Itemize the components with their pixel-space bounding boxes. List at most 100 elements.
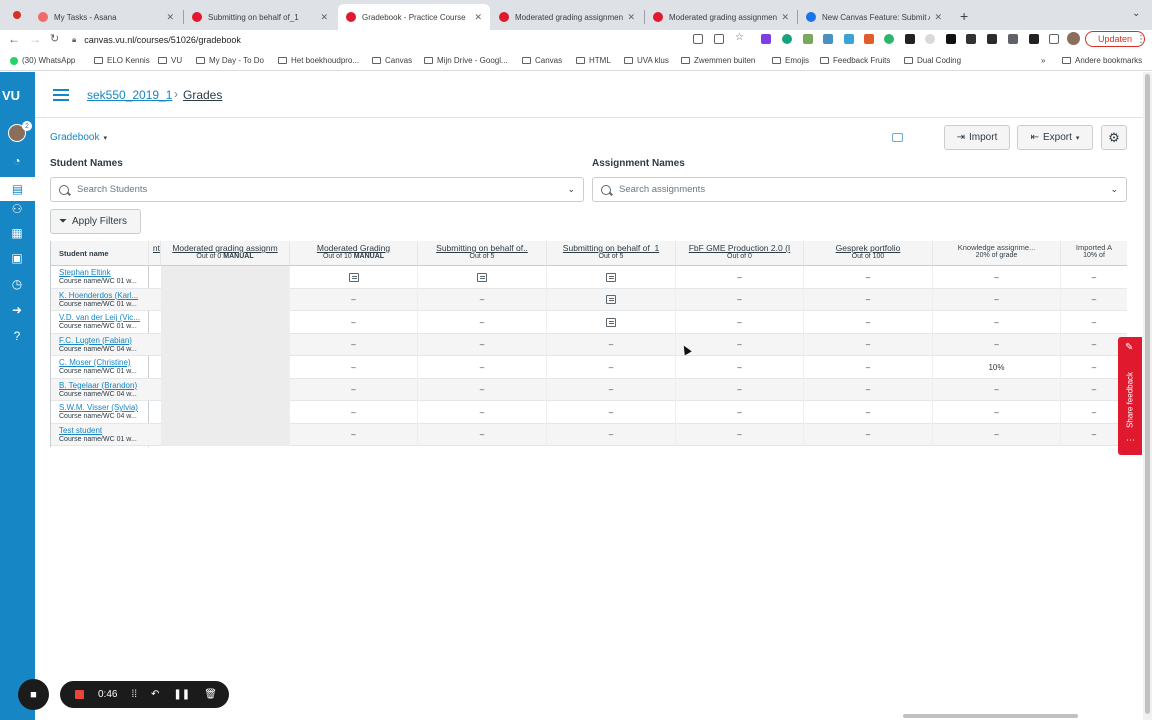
- bookmark-item[interactable]: ELO Kennis: [94, 56, 150, 65]
- assignment-column-header[interactable]: Moderated grading assignm Out of 0 MANUAL: [161, 241, 290, 266]
- browser-tab[interactable]: My Tasks - Asana ✕: [30, 4, 182, 30]
- student-name-link[interactable]: Stephan Eltink: [59, 268, 111, 277]
- side-panel-icon[interactable]: [1049, 34, 1059, 44]
- extension-icon[interactable]: [823, 34, 833, 44]
- extension-icon[interactable]: [905, 34, 915, 44]
- grade-cell[interactable]: [161, 356, 290, 379]
- grade-cell[interactable]: –: [804, 356, 933, 379]
- grade-cell[interactable]: –: [676, 311, 804, 334]
- grade-cell[interactable]: –: [290, 311, 418, 334]
- student-name-link[interactable]: Test student: [59, 426, 102, 435]
- grade-cell[interactable]: –: [418, 288, 547, 311]
- assignment-column-header[interactable]: FbF GME Production 2.0 (I Out of 0: [676, 241, 804, 266]
- grade-cell[interactable]: [418, 266, 547, 289]
- grade-cell[interactable]: –: [804, 423, 933, 446]
- grade-cell[interactable]: –: [1061, 311, 1127, 334]
- grade-cell[interactable]: –: [676, 266, 804, 289]
- calendar-icon[interactable]: ▦: [9, 225, 25, 241]
- grade-cell[interactable]: [161, 311, 290, 334]
- grade-cell[interactable]: –: [933, 423, 1061, 446]
- assignment-title[interactable]: Moderated Grading: [290, 243, 417, 253]
- assignment-title[interactable]: Imported A: [1061, 243, 1127, 252]
- grade-cell[interactable]: –: [804, 401, 933, 424]
- grade-cell[interactable]: –: [290, 288, 418, 311]
- assignment-column-header[interactable]: Knowledge assignme... 20% of grade: [933, 241, 1061, 266]
- vu-logo[interactable]: VU: [2, 88, 20, 103]
- grade-cell[interactable]: –: [933, 333, 1061, 356]
- export-button[interactable]: ⇤ Export ▾: [1017, 125, 1093, 150]
- stop-recording-button[interactable]: [75, 690, 84, 699]
- reload-button[interactable]: ↻: [50, 32, 59, 45]
- grade-cell[interactable]: –: [1061, 289, 1127, 312]
- camera-button[interactable]: ■: [18, 679, 49, 710]
- grade-cell[interactable]: –: [290, 401, 418, 424]
- bookmark-item[interactable]: Canvas: [522, 56, 562, 65]
- grade-cell[interactable]: –: [676, 288, 804, 311]
- assignment-column-header[interactable]: Gesprek portfolio Out of 100: [804, 241, 933, 266]
- close-tab-icon[interactable]: ✕: [166, 12, 174, 23]
- extension-icon[interactable]: [884, 34, 894, 44]
- extension-icon[interactable]: [966, 34, 976, 44]
- bookmark-item[interactable]: Zwemmen buiten: [681, 56, 755, 65]
- column-header-cut[interactable]: nt: [149, 241, 161, 266]
- grade-cell[interactable]: –: [418, 356, 547, 379]
- import-button[interactable]: ⇥ Import: [944, 125, 1010, 150]
- bookmark-item[interactable]: Feedback Fruits: [820, 56, 890, 65]
- extension-icon[interactable]: [987, 34, 997, 44]
- grade-cell[interactable]: –: [418, 333, 547, 356]
- puzzle-icon[interactable]: [1008, 34, 1018, 44]
- bookmark-item[interactable]: Mijn Drive - Googl...: [424, 56, 508, 65]
- close-tab-icon[interactable]: ✕: [934, 12, 942, 23]
- student-name-link[interactable]: S.W.M. Visser (Sylvia): [59, 403, 138, 412]
- grade-cell[interactable]: –: [547, 333, 676, 356]
- grade-cell[interactable]: –: [804, 266, 933, 289]
- chevron-down-icon[interactable]: ⌄: [567, 184, 575, 195]
- grade-cell[interactable]: [547, 311, 676, 334]
- assignment-title[interactable]: Submitting on behalf of_1: [547, 243, 675, 253]
- vertical-scrollbar[interactable]: [1143, 72, 1152, 720]
- bookmark-item[interactable]: Dual Coding: [904, 56, 961, 65]
- grade-cell[interactable]: –: [933, 311, 1061, 334]
- grade-cell[interactable]: –: [933, 378, 1061, 401]
- commons-icon[interactable]: ➜: [9, 302, 25, 318]
- browser-menu-icon[interactable]: ⋮: [1136, 34, 1146, 45]
- bookmark-item[interactable]: HTML: [576, 56, 611, 65]
- grade-cell[interactable]: –: [418, 423, 547, 446]
- settings-button[interactable]: ⚙: [1101, 125, 1127, 150]
- assignment-title[interactable]: Gesprek portfolio: [804, 243, 932, 253]
- grade-cell[interactable]: –: [804, 288, 933, 311]
- course-menu-toggle[interactable]: [53, 89, 69, 101]
- extension-icon[interactable]: [925, 34, 935, 44]
- bookmark-item[interactable]: Het boekhoudpro...: [278, 56, 359, 65]
- close-tab-icon[interactable]: ✕: [474, 12, 482, 23]
- grade-cell[interactable]: 10%: [933, 356, 1061, 379]
- grade-cell[interactable]: –: [547, 423, 676, 446]
- bookmark-item[interactable]: (30) WhatsApp: [10, 56, 75, 65]
- apply-filters-button[interactable]: ⏷ Apply Filters: [50, 209, 141, 234]
- grade-cell[interactable]: –: [290, 356, 418, 379]
- close-tab-icon[interactable]: ✕: [320, 12, 328, 23]
- grade-cell[interactable]: –: [676, 356, 804, 379]
- horizontal-scrollbar[interactable]: [35, 712, 1143, 720]
- other-bookmarks[interactable]: Andere bookmarks: [1062, 56, 1142, 65]
- profile-avatar[interactable]: [1067, 32, 1080, 45]
- chevron-down-icon[interactable]: ⌄: [1110, 184, 1118, 195]
- back-button[interactable]: ←: [8, 32, 20, 46]
- assignment-column-header[interactable]: Submitting on behalf of_1 Out of 5: [547, 241, 676, 266]
- grade-cell[interactable]: [161, 333, 290, 356]
- close-tab-icon[interactable]: ✕: [781, 12, 789, 23]
- grade-cell[interactable]: –: [676, 401, 804, 424]
- assignment-column-header[interactable]: Imported A 10% of: [1061, 241, 1127, 266]
- courses-icon[interactable]: ▤: [0, 177, 35, 201]
- breadcrumb-page[interactable]: Grades: [183, 88, 222, 102]
- grade-cell[interactable]: [161, 423, 290, 446]
- extension-icon[interactable]: [1029, 34, 1039, 44]
- grade-cell[interactable]: [547, 266, 676, 289]
- forward-button[interactable]: →: [29, 32, 41, 46]
- undo-icon[interactable]: ↶: [151, 689, 159, 700]
- sync-icon[interactable]: [892, 133, 903, 142]
- student-name-link[interactable]: F.C. Lugten (Fabian): [59, 336, 132, 345]
- share-feedback-tab[interactable]: ✎ Share feedback ⋯: [1118, 337, 1142, 455]
- student-name-link[interactable]: B. Tegelaar (Brandon): [59, 381, 137, 390]
- help-icon[interactable]: ?: [9, 328, 25, 344]
